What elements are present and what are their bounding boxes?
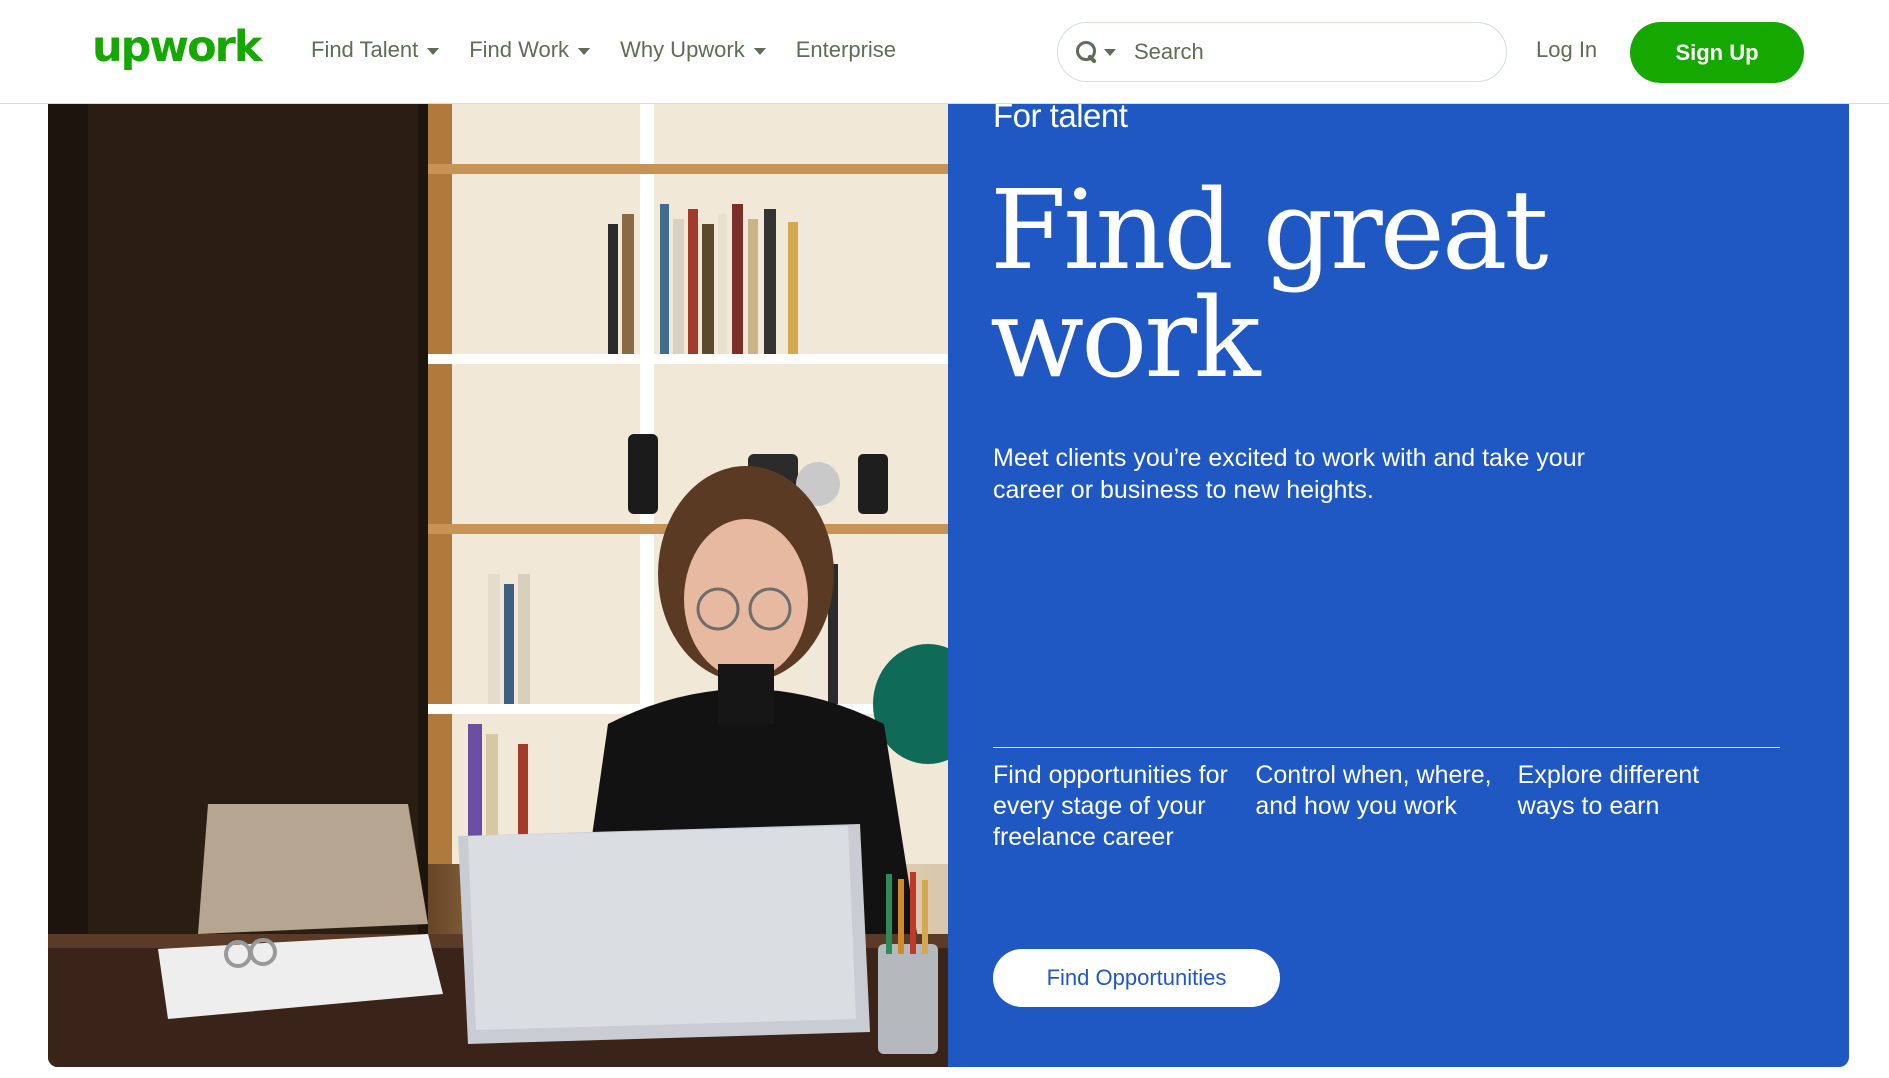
hero-section: For talent Find great work Meet clients …	[48, 104, 1849, 1067]
sign-up-button[interactable]: Sign Up	[1630, 22, 1804, 83]
chevron-down-icon	[578, 47, 591, 55]
nav-why-upwork[interactable]: Why Upwork	[620, 34, 766, 66]
nav-find-talent-label: Find Talent	[311, 37, 419, 62]
feature-item: Control when, where, and how you work	[1255, 761, 1492, 820]
nav-enterprise[interactable]: Enterprise	[796, 34, 896, 66]
log-in-link[interactable]: Log In	[1536, 34, 1597, 66]
search-type-chevron-down-icon[interactable]	[1104, 48, 1116, 56]
feature-item: Find opportunities for every stage of yo…	[993, 761, 1228, 851]
nav-find-talent[interactable]: Find Talent	[311, 34, 440, 66]
nav-why-upwork-label: Why Upwork	[620, 37, 745, 62]
hero-headline: Find great work	[990, 166, 1549, 402]
nav-find-work[interactable]: Find Work	[469, 34, 591, 66]
find-opportunities-button[interactable]: Find Opportunities	[993, 949, 1280, 1007]
hero-info-panel: For talent Find great work Meet clients …	[948, 104, 1849, 1067]
feature-divider	[993, 747, 1780, 748]
hero-subtext: Meet clients you’re excited to work with…	[993, 444, 1585, 504]
nav-enterprise-label: Enterprise	[795, 37, 897, 62]
search-bar	[1057, 22, 1507, 82]
search-icon[interactable]	[1074, 39, 1100, 65]
nav-find-work-label: Find Work	[469, 37, 570, 62]
top-navigation-bar: upwork Find Talent Find Work Why Upwork …	[0, 0, 1889, 104]
chevron-down-icon	[427, 47, 440, 55]
chevron-down-icon	[753, 47, 766, 55]
hero-photo-illustration	[48, 104, 948, 1067]
feature-item: Explore different ways to earn	[1517, 761, 1700, 820]
feature-list: Find opportunities for every stage of yo…	[993, 760, 1780, 853]
search-input[interactable]	[1134, 39, 1464, 65]
hero-photo-woman-at-laptop	[48, 104, 948, 1067]
main-nav: Find Talent Find Work Why Upwork Enterpr…	[311, 34, 896, 66]
upwork-logo[interactable]: upwork	[92, 26, 262, 69]
hero-eyebrow: For talent	[993, 104, 1128, 134]
